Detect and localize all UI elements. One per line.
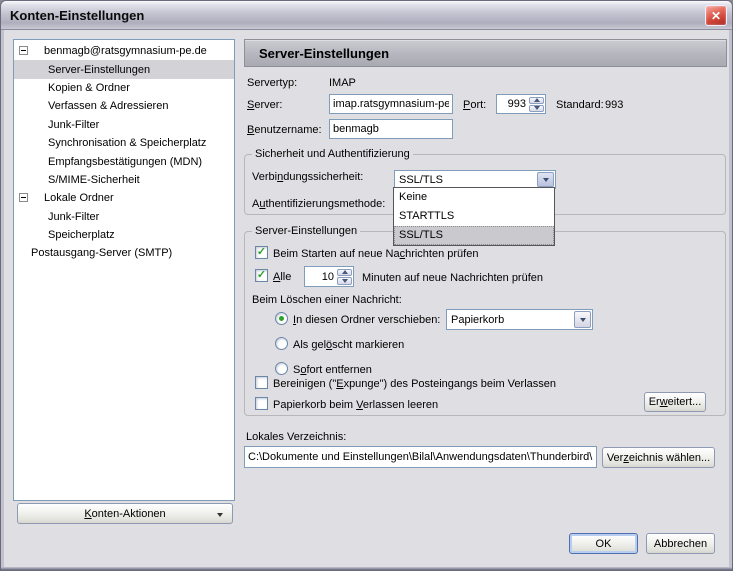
sidebar-item-empfangsbest-tigungen-mdn[interactable]: Empfangsbestätigungen (MDN) <box>14 152 234 170</box>
interval-stepper[interactable] <box>304 266 354 287</box>
remove-immediately-radio[interactable] <box>275 362 288 375</box>
port-label: Port: <box>463 99 486 111</box>
servertype-label: Servertyp: <box>247 77 297 89</box>
sidebar-item-label: Server-Einstellungen <box>14 64 150 76</box>
close-glyph: ✕ <box>711 9 721 23</box>
standard-value: 993 <box>605 99 623 111</box>
mark-deleted-label[interactable]: Als gelöscht markieren <box>293 339 404 351</box>
move-to-folder-radio[interactable] <box>275 312 288 325</box>
panel-header-title: Server-Einstellungen <box>245 46 389 61</box>
sidebar-item-postausgang-server-smtp[interactable]: Postausgang-Server (SMTP) <box>14 244 234 262</box>
port-stepper[interactable] <box>496 94 546 114</box>
check-on-start-label[interactable]: Beim Starten auf neue Nachrichten prüfen <box>273 248 478 260</box>
move-target-select[interactable]: Papierkorb <box>446 309 593 330</box>
remove-immediately-label[interactable]: Sofort entfernen <box>293 364 372 376</box>
sidebar-item-benmagb-ratsgymnasium-pe-de[interactable]: benmagb@ratsgymnasium-pe.de <box>14 42 234 60</box>
check-on-start-checkbox[interactable]: ✓ <box>255 246 268 259</box>
panel-header: Server-Einstellungen <box>244 39 727 67</box>
sidebar-item-server-einstellungen[interactable]: Server-Einstellungen <box>14 60 234 78</box>
username-label: Benutzername: <box>247 124 322 136</box>
standard-label: Standard: <box>556 99 604 111</box>
sidebar-item-label: Junk-Filter <box>14 211 99 223</box>
advanced-button[interactable]: Erweitert... <box>644 392 706 412</box>
caret-down-icon <box>217 513 223 517</box>
check-icon: ✓ <box>257 270 266 281</box>
sidebar-item-junk-filter[interactable]: Junk-Filter <box>14 116 234 134</box>
spin-down-icon[interactable] <box>337 277 352 285</box>
chevron-down-icon[interactable] <box>574 311 591 328</box>
server-settings-groupbox: Server-Einstellungen ✓ Beim Starten auf … <box>244 231 726 416</box>
interval-suffix-label: Minuten auf neue Nachrichten prüfen <box>362 272 543 284</box>
on-delete-label: Beim Löschen einer Nachricht: <box>252 294 402 306</box>
interval-spinner[interactable] <box>337 268 352 285</box>
sidebar-item-label: Empfangsbestätigungen (MDN) <box>14 156 202 168</box>
connection-security-label: Verbindungssicherheit: <box>252 171 363 183</box>
sidebar-item-synchronisation-speicherplatz[interactable]: Synchronisation & Speicherplatz <box>14 134 234 152</box>
port-spinner[interactable] <box>529 96 544 112</box>
window-border <box>1 30 4 570</box>
sidebar-item-label: Postausgang-Server (SMTP) <box>14 247 172 259</box>
close-icon[interactable]: ✕ <box>705 5 727 26</box>
spin-up-icon[interactable] <box>337 269 352 277</box>
mark-deleted-radio[interactable] <box>275 337 288 350</box>
advanced-button-label: Erweitert... <box>649 396 702 408</box>
move-to-folder-label[interactable]: In diesen Ordner verschieben: <box>293 314 440 326</box>
dropdown-option-starttls[interactable]: STARTTLS <box>394 207 554 226</box>
titlebar[interactable]: Konten-Einstellungen ✕ <box>1 1 732 30</box>
interval-prefix-label[interactable]: Alle <box>273 271 291 283</box>
check-icon: ✓ <box>257 247 266 258</box>
cancel-button-label: Abbrechen <box>654 538 707 550</box>
expunge-checkbox[interactable]: ✓ <box>255 376 268 389</box>
sidebar-item-label: Speicherplatz <box>14 229 115 241</box>
move-target-value: Papierkorb <box>451 314 504 326</box>
sidebar-item-label: S/MIME-Sicherheit <box>14 174 140 186</box>
spin-up-icon[interactable] <box>529 97 544 104</box>
server-settings-group-title: Server-Einstellungen <box>252 225 360 237</box>
sidebar-item-label: Verfassen & Adressieren <box>14 100 168 112</box>
ok-button[interactable]: OK <box>569 533 638 554</box>
chevron-down-icon[interactable] <box>537 172 554 187</box>
account-tree[interactable]: benmagb@ratsgymnasium-pe.de Server-Einste… <box>13 39 235 501</box>
server-input[interactable] <box>329 94 453 114</box>
collapse-icon[interactable] <box>19 46 28 55</box>
empty-trash-checkbox[interactable]: ✓ <box>255 397 268 410</box>
connection-security-value: SSL/TLS <box>399 174 443 186</box>
account-actions-button[interactable]: Konten-Aktionen <box>17 503 233 524</box>
window-title: Konten-Einstellungen <box>1 8 144 23</box>
check-interval-checkbox[interactable]: ✓ <box>255 269 268 282</box>
sidebar-item-label: Synchronisation & Speicherplatz <box>14 137 206 149</box>
sidebar-item-label: Lokale Ordner <box>14 192 114 204</box>
servertype-value: IMAP <box>329 77 356 89</box>
account-settings-dialog: Konten-Einstellungen ✕ benmagb@ratsgymna… <box>0 0 733 571</box>
sidebar-item-lokale-ordner[interactable]: Lokale Ordner <box>14 189 234 207</box>
expunge-label[interactable]: Bereinigen ("Expunge") des Posteingangs … <box>273 378 556 390</box>
dropdown-option-keine[interactable]: Keine <box>394 188 554 207</box>
window-border <box>1 567 732 570</box>
sidebar-item-label: benmagb@ratsgymnasium-pe.de <box>14 45 207 57</box>
auth-method-label: Authentifizierungsmethode: <box>252 198 385 210</box>
username-input[interactable] <box>329 119 453 139</box>
local-directory-input[interactable] <box>244 446 597 468</box>
account-actions-label: Konten-Aktionen <box>84 508 165 520</box>
connection-security-dropdown[interactable]: KeineSTARTTLSSSL/TLS <box>393 187 555 246</box>
local-directory-label: Lokales Verzeichnis: <box>246 431 346 443</box>
empty-trash-label[interactable]: Papierkorb beim Verlassen leeren <box>273 399 438 411</box>
dropdown-option-ssl-tls[interactable]: SSL/TLS <box>394 226 554 245</box>
sidebar-item-speicherplatz[interactable]: Speicherplatz <box>14 226 234 244</box>
choose-directory-button[interactable]: Verzeichnis wählen... <box>602 447 715 468</box>
sidebar-item-label: Kopien & Ordner <box>14 82 130 94</box>
sidebar-item-junk-filter[interactable]: Junk-Filter <box>14 208 234 226</box>
ok-button-label: OK <box>596 538 612 550</box>
server-label: Server: <box>247 99 282 111</box>
spin-down-icon[interactable] <box>529 105 544 112</box>
sidebar-item-s-mime-sicherheit[interactable]: S/MIME-Sicherheit <box>14 171 234 189</box>
window-border <box>729 30 732 570</box>
sidebar-item-label: Junk-Filter <box>14 119 99 131</box>
cancel-button[interactable]: Abbrechen <box>646 533 715 554</box>
sidebar-item-kopien-ordner[interactable]: Kopien & Ordner <box>14 79 234 97</box>
collapse-icon[interactable] <box>19 193 28 202</box>
sidebar-item-verfassen-adressieren[interactable]: Verfassen & Adressieren <box>14 97 234 115</box>
security-group-title: Sicherheit und Authentifizierung <box>252 148 413 160</box>
choose-directory-label: Verzeichnis wählen... <box>607 452 710 464</box>
